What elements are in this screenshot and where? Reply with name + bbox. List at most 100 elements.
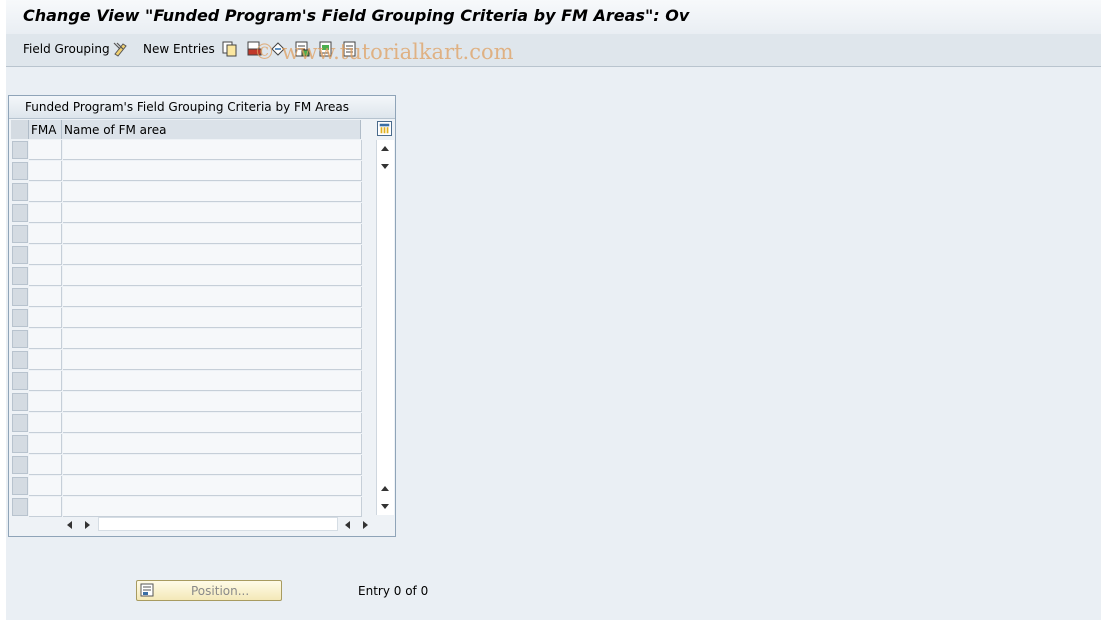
scroll-right-arrow-icon-2[interactable] — [363, 521, 368, 529]
table-row — [11, 161, 362, 181]
table-row — [11, 224, 362, 244]
scroll-left-arrow-icon-2[interactable] — [345, 521, 350, 529]
application-toolbar: Field Grouping New Entries © www.tutoria… — [6, 34, 1101, 67]
row-selector[interactable] — [12, 162, 28, 180]
cell-fma[interactable] — [29, 245, 62, 265]
cell-fma[interactable] — [29, 455, 62, 475]
cell-name-of-fm-area[interactable] — [63, 371, 362, 391]
cell-fma[interactable] — [29, 224, 62, 244]
cell-name-of-fm-area[interactable] — [63, 224, 362, 244]
cell-name-of-fm-area[interactable] — [63, 413, 362, 433]
cell-fma[interactable] — [29, 413, 62, 433]
row-selector[interactable] — [12, 141, 28, 159]
table-settings-icon[interactable] — [377, 121, 392, 136]
table-row — [11, 287, 362, 307]
row-selector[interactable] — [12, 183, 28, 201]
table-row — [11, 371, 362, 391]
cell-fma[interactable] — [29, 161, 62, 181]
cell-name-of-fm-area[interactable] — [63, 329, 362, 349]
scroll-page-down-arrow-icon[interactable] — [381, 504, 389, 509]
column-header-fma-label: FMA — [31, 123, 57, 137]
table-row — [11, 350, 362, 370]
row-selector[interactable] — [12, 246, 28, 264]
row-selector[interactable] — [12, 330, 28, 348]
table-row — [11, 434, 362, 454]
cell-fma[interactable] — [29, 182, 62, 202]
cell-name-of-fm-area[interactable] — [63, 455, 362, 475]
vertical-scrollbar[interactable] — [376, 140, 394, 515]
cell-fma[interactable] — [29, 371, 62, 391]
table-row — [11, 245, 362, 265]
table-row — [11, 182, 362, 202]
cell-fma[interactable] — [29, 476, 62, 496]
page-title: Change View "Funded Program's Field Grou… — [23, 6, 690, 25]
position-button[interactable]: Position... — [136, 580, 282, 601]
table-title-bar: Funded Program's Field Grouping Criteria… — [9, 96, 395, 119]
cell-fma[interactable] — [29, 287, 62, 307]
scroll-right-arrow-icon[interactable] — [85, 521, 90, 529]
cell-fma[interactable] — [29, 266, 62, 286]
horizontal-scroll-track[interactable] — [98, 517, 338, 531]
row-selector[interactable] — [12, 393, 28, 411]
scroll-up-arrow-icon[interactable] — [381, 146, 389, 151]
column-header-fma[interactable]: FMA — [29, 120, 62, 139]
cell-name-of-fm-area[interactable] — [63, 182, 362, 202]
scroll-down-arrow-icon[interactable] — [381, 164, 389, 169]
table-row — [11, 455, 362, 475]
cell-name-of-fm-area[interactable] — [63, 497, 362, 517]
cell-fma[interactable] — [29, 308, 62, 328]
row-selector[interactable] — [12, 372, 28, 390]
position-icon — [140, 583, 154, 597]
table-control: Funded Program's Field Grouping Criteria… — [8, 95, 396, 537]
table-row — [11, 476, 362, 496]
new-entries-button[interactable]: New Entries — [143, 42, 215, 56]
table-row — [11, 392, 362, 412]
cell-fma[interactable] — [29, 497, 62, 517]
row-selector[interactable] — [12, 309, 28, 327]
cell-name-of-fm-area[interactable] — [63, 203, 362, 223]
cell-name-of-fm-area[interactable] — [63, 308, 362, 328]
row-selector[interactable] — [12, 204, 28, 222]
cell-name-of-fm-area[interactable] — [63, 161, 362, 181]
cell-name-of-fm-area[interactable] — [63, 392, 362, 412]
cell-fma[interactable] — [29, 350, 62, 370]
cell-fma[interactable] — [29, 329, 62, 349]
entry-count: Entry 0 of 0 — [358, 584, 429, 598]
row-selector[interactable] — [12, 267, 28, 285]
row-selector[interactable] — [12, 498, 28, 516]
copy-icon[interactable] — [221, 40, 239, 58]
table-row — [11, 308, 362, 328]
select-all-rows-button[interactable] — [11, 120, 29, 139]
row-selector[interactable] — [12, 225, 28, 243]
display-change-icon[interactable] — [112, 40, 130, 58]
cell-name-of-fm-area[interactable] — [63, 287, 362, 307]
table-row — [11, 203, 362, 223]
row-selector[interactable] — [12, 351, 28, 369]
cell-fma[interactable] — [29, 434, 62, 454]
row-selector[interactable] — [12, 456, 28, 474]
cell-name-of-fm-area[interactable] — [63, 350, 362, 370]
table-title: Funded Program's Field Grouping Criteria… — [25, 100, 349, 114]
row-selector[interactable] — [12, 288, 28, 306]
column-header-name[interactable]: Name of FM area — [62, 120, 361, 139]
field-grouping-button[interactable]: Field Grouping — [23, 42, 110, 56]
cell-name-of-fm-area[interactable] — [63, 476, 362, 496]
cell-fma[interactable] — [29, 140, 62, 160]
scroll-left-arrow-icon[interactable] — [67, 521, 72, 529]
row-selector[interactable] — [12, 435, 28, 453]
scroll-page-up-arrow-icon[interactable] — [381, 486, 389, 491]
column-header-name-label: Name of FM area — [64, 123, 167, 137]
cell-fma[interactable] — [29, 392, 62, 412]
cell-name-of-fm-area[interactable] — [63, 140, 362, 160]
cell-name-of-fm-area[interactable] — [63, 266, 362, 286]
position-button-label: Position... — [191, 584, 250, 598]
row-selector[interactable] — [12, 477, 28, 495]
table-row — [11, 140, 362, 160]
cell-name-of-fm-area[interactable] — [63, 434, 362, 454]
table-row — [11, 497, 362, 517]
table-row — [11, 413, 362, 433]
cell-name-of-fm-area[interactable] — [63, 245, 362, 265]
cell-fma[interactable] — [29, 203, 62, 223]
table-row — [11, 266, 362, 286]
row-selector[interactable] — [12, 414, 28, 432]
